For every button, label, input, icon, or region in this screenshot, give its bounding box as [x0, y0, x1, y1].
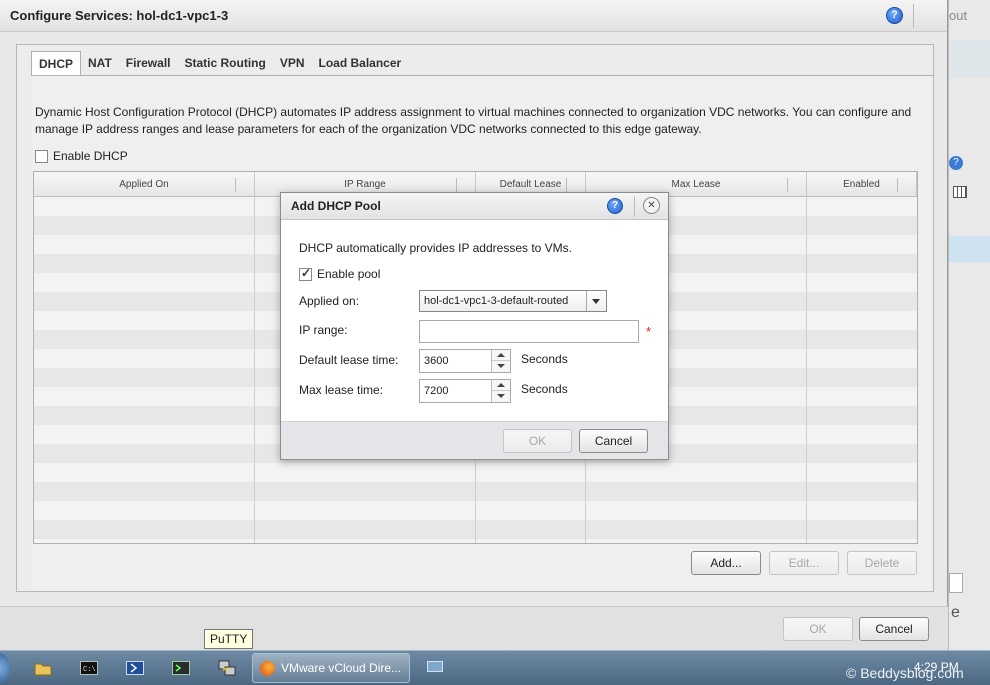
dialog-title-separator [634, 196, 635, 217]
help-icon[interactable]: ? [886, 7, 903, 24]
max-lease-stepper[interactable]: 7200 [419, 379, 511, 403]
dialog-title-bar: Add DHCP Pool ? ✕ [281, 193, 668, 220]
svg-text:C:\: C:\ [83, 666, 96, 674]
terminal-icon[interactable] [168, 657, 194, 679]
background-app: ✕ out ? e [925, 0, 990, 650]
folder-icon[interactable] [30, 657, 56, 679]
background-grid-icon[interactable] [953, 186, 967, 198]
default-lease-value: 3600 [424, 355, 449, 367]
column-divider [254, 197, 255, 543]
background-input-fragment [949, 573, 963, 593]
applied-on-select[interactable]: hol-dc1-vpc1-3-default-routed [419, 290, 607, 312]
default-lease-label: Default lease time: [299, 353, 399, 367]
taskbar-item-vcloud[interactable]: VMware vCloud Dire... [252, 653, 410, 683]
applied-on-value: hol-dc1-vpc1-3-default-routed [424, 295, 569, 307]
firefox-icon [260, 661, 275, 676]
increment-icon[interactable] [492, 380, 510, 391]
tab-nat[interactable]: NAT [81, 51, 119, 76]
decrement-icon[interactable] [492, 391, 510, 402]
column-header-applied-on[interactable]: Applied On [34, 172, 255, 196]
max-lease-value: 7200 [424, 385, 449, 397]
enable-pool-checkbox[interactable] [299, 266, 312, 281]
window-title: Configure Services: hol-dc1-vpc1-3 [10, 8, 229, 23]
chevron-down-icon[interactable] [586, 291, 606, 311]
dialog-title: Add DHCP Pool [291, 199, 381, 213]
column-header-enabled[interactable]: Enabled [807, 172, 917, 196]
enable-dhcp-checkbox[interactable] [35, 149, 48, 163]
enable-dhcp-row: Enable DHCP [35, 149, 128, 163]
stepper-arrows [491, 380, 510, 402]
keyboard-icon[interactable] [427, 661, 443, 672]
taskbar: C:\ VMware vCloud Dire... 4:29 PM [0, 650, 990, 685]
tab-static-routing[interactable]: Static Routing [177, 51, 272, 76]
window-cancel-button[interactable]: Cancel [859, 617, 929, 641]
watermark: © Beddysblog.com [846, 665, 964, 681]
about-link-fragment[interactable]: out [949, 8, 967, 23]
background-selected-row [949, 236, 990, 262]
ip-range-label: IP range: [299, 323, 348, 337]
service-tabs: DHCP NAT Firewall Static Routing VPN Loa… [31, 51, 408, 76]
dialog-cancel-button[interactable]: Cancel [579, 429, 648, 453]
tab-load-balancer[interactable]: Load Balancer [312, 51, 409, 76]
window-ok-button[interactable]: OK [783, 617, 853, 641]
dhcp-description: Dynamic Host Configuration Protocol (DHC… [35, 105, 912, 136]
increment-icon[interactable] [492, 350, 510, 361]
command-prompt-icon[interactable]: C:\ [76, 657, 102, 679]
ip-range-input[interactable] [419, 320, 639, 343]
decrement-icon[interactable] [492, 361, 510, 372]
tab-dhcp[interactable]: DHCP [31, 51, 82, 76]
background-text-fragment: e [951, 604, 960, 621]
dialog-close-icon[interactable]: ✕ [643, 197, 660, 214]
enable-pool-row: Enable pool [299, 266, 381, 281]
dialog-footer: OK Cancel [281, 421, 668, 459]
window-title-bar: Configure Services: hol-dc1-vpc1-3 ? [0, 0, 947, 32]
tab-firewall[interactable]: Firewall [119, 51, 178, 76]
max-lease-unit: Seconds [521, 382, 568, 396]
required-marker: * [646, 324, 652, 339]
putty-tooltip: PuTTY [204, 629, 254, 649]
add-button[interactable]: Add... [691, 551, 761, 575]
start-button[interactable] [0, 653, 10, 683]
background-header-band [949, 40, 990, 78]
default-lease-unit: Seconds [521, 352, 568, 366]
background-help-icon[interactable]: ? [949, 156, 963, 170]
delete-button[interactable]: Delete [847, 551, 917, 575]
dialog-description: DHCP automatically provides IP addresses… [299, 241, 573, 255]
taskbar-item-label: VMware vCloud Dire... [281, 661, 402, 675]
max-lease-label: Max lease time: [299, 383, 384, 397]
edit-button[interactable]: Edit... [769, 551, 839, 575]
column-divider [806, 197, 807, 543]
dialog-help-icon[interactable]: ? [607, 198, 623, 214]
dialog-ok-button[interactable]: OK [503, 429, 572, 453]
enable-dhcp-label: Enable DHCP [53, 149, 128, 163]
title-separator [913, 4, 914, 28]
default-lease-stepper[interactable]: 3600 [419, 349, 511, 373]
applied-on-label: Applied on: [299, 294, 360, 308]
powershell-icon[interactable] [122, 657, 148, 679]
window-footer: OK Cancel [0, 606, 948, 650]
putty-icon[interactable] [214, 657, 240, 679]
tab-vpn[interactable]: VPN [273, 51, 312, 76]
add-dhcp-pool-dialog: Add DHCP Pool ? ✕ DHCP automatically pro… [280, 192, 669, 460]
stepper-arrows [491, 350, 510, 372]
enable-pool-label: Enable pool [317, 267, 381, 281]
